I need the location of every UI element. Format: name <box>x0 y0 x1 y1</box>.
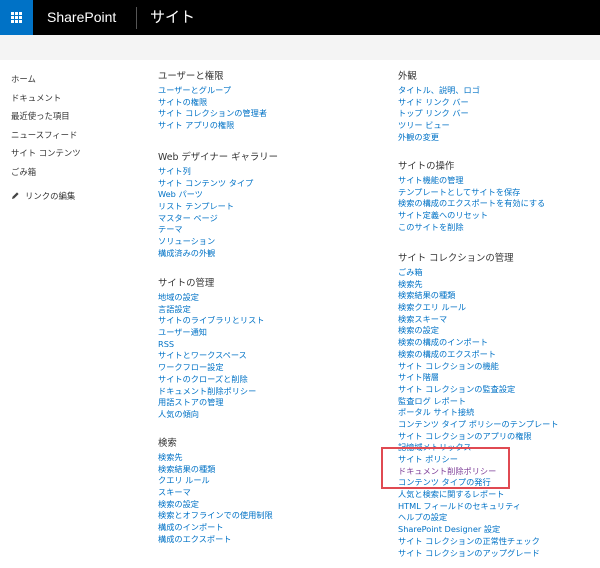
link-search-offline[interactable]: 検索とオフラインでの使用制限 <box>158 510 273 522</box>
link-site-permissions[interactable]: サイトの権限 <box>158 97 267 109</box>
link-search-schema[interactable]: 検索スキーマ <box>398 314 559 326</box>
link-workflow-settings[interactable]: ワークフロー設定 <box>158 362 264 374</box>
link-sharepoint-designer-settings[interactable]: SharePoint Designer 設定 <box>398 524 559 536</box>
section-title: 検索 <box>158 438 177 449</box>
section-title: サイトの管理 <box>158 278 215 289</box>
link-regional-settings[interactable]: 地域の設定 <box>158 292 264 304</box>
app-launcher-button[interactable] <box>0 0 33 35</box>
section-site-collection-admin: サイト コレクションの管理 ごみ箱 検索先 検索結果の種類 検索クエリ ルール … <box>398 252 559 559</box>
link-audit-settings[interactable]: サイト コレクションの監査設定 <box>398 384 559 396</box>
link-language-settings[interactable]: 言語設定 <box>158 304 264 316</box>
ql-recycle-bin[interactable]: ごみ箱 <box>11 163 121 182</box>
link-config-import[interactable]: 構成のインポート <box>158 522 273 534</box>
link-popularity-search-reports[interactable]: 人気と検索に関するレポート <box>398 489 559 501</box>
section-site-actions: サイトの操作 サイト機能の管理 テンプレートとしてサイトを保存 検索の構成のエク… <box>398 160 545 233</box>
link-site-app-permissions[interactable]: サイト アプリの権限 <box>158 120 267 132</box>
link-term-store[interactable]: 用語ストアの管理 <box>158 397 264 409</box>
link-rss[interactable]: RSS <box>158 339 264 351</box>
section-search: 検索 検索先 検索結果の種類 クエリ ルール スキーマ 検索の設定 検索とオフラ… <box>158 437 273 546</box>
quick-launch: ホーム ドキュメント 最近使った項目 ニュースフィード サイト コンテンツ ごみ… <box>11 70 121 202</box>
link-site-collection-features[interactable]: サイト コレクションの機能 <box>398 361 559 373</box>
link-site-closure-deletion[interactable]: サイトのクローズと削除 <box>158 374 264 386</box>
ql-recent[interactable]: 最近使った項目 <box>11 107 121 126</box>
brand-link[interactable]: SharePoint <box>47 0 116 35</box>
header-divider <box>136 7 137 29</box>
link-search-query-rules[interactable]: 検索クエリ ルール <box>398 302 559 314</box>
suite-bar: SharePoint サイト <box>0 0 600 35</box>
ql-documents[interactable]: ドキュメント <box>11 89 121 108</box>
link-site-collection-admins[interactable]: サイト コレクションの管理者 <box>158 108 267 120</box>
section-users-permissions: ユーザーと権限 ユーザーとグループ サイトの権限 サイト コレクションの管理者 … <box>158 70 267 132</box>
link-html-field-security[interactable]: HTML フィールドのセキュリティ <box>398 501 559 513</box>
link-search-config-export[interactable]: 検索の構成のエクスポート <box>398 349 559 361</box>
section-title: サイトの操作 <box>398 161 455 172</box>
link-composed-looks[interactable]: 構成済みの外観 <box>158 248 278 260</box>
section-site-administration: サイトの管理 地域の設定 言語設定 サイトのライブラリとリスト ユーザー通知 R… <box>158 277 264 421</box>
edit-links-label: リンクの編集 <box>25 190 76 201</box>
section-title: 外観 <box>398 71 417 82</box>
waffle-grid-icon <box>11 12 22 23</box>
link-config-export[interactable]: 構成のエクスポート <box>158 534 273 546</box>
link-delete-site[interactable]: このサイトを削除 <box>398 222 545 234</box>
section-web-designer-galleries: Web デザイナー ギャラリー サイト列 サイト コンテンツ タイプ Web パ… <box>158 151 278 260</box>
link-health-checks[interactable]: サイト コレクションの正常性チェック <box>398 536 559 548</box>
ql-newsfeed[interactable]: ニュースフィード <box>11 126 121 145</box>
link-manage-features[interactable]: サイト機能の管理 <box>398 175 545 187</box>
link-document-deletion-policies[interactable]: ドキュメント削除ポリシー <box>158 386 264 398</box>
link-tree-view[interactable]: ツリー ビュー <box>398 120 480 132</box>
link-query-rules[interactable]: クエリ ルール <box>158 475 273 487</box>
link-schema[interactable]: スキーマ <box>158 487 273 499</box>
link-top-link-bar[interactable]: トップ リンク バー <box>398 108 480 120</box>
link-web-parts[interactable]: Web パーツ <box>158 189 278 201</box>
link-enable-search-export[interactable]: 検索の構成のエクスポートを有効にする <box>398 198 545 210</box>
link-result-types[interactable]: 検索結果の種類 <box>398 290 559 302</box>
link-sites-workspaces[interactable]: サイトとワークスペース <box>158 350 264 362</box>
link-recycle-bin[interactable]: ごみ箱 <box>398 267 559 279</box>
link-result-sources[interactable]: 検索先 <box>158 452 273 464</box>
link-change-look[interactable]: 外観の変更 <box>398 132 480 144</box>
section-title: サイト コレクションの管理 <box>398 253 514 264</box>
link-site-content-types[interactable]: サイト コンテンツ タイプ <box>158 178 278 190</box>
app-title[interactable]: サイト <box>150 0 195 35</box>
link-search-config-import[interactable]: 検索の構成のインポート <box>398 337 559 349</box>
link-quick-launch[interactable]: サイド リンク バー <box>398 97 480 109</box>
link-reset-site-definition[interactable]: サイト定義へのリセット <box>398 210 545 222</box>
link-popularity-trends[interactable]: 人気の傾向 <box>158 409 264 421</box>
link-save-as-template[interactable]: テンプレートとしてサイトを保存 <box>398 187 545 199</box>
link-help-settings[interactable]: ヘルプの設定 <box>398 512 559 524</box>
link-site-collection-upgrade[interactable]: サイト コレクションのアップグレード <box>398 548 559 560</box>
link-result-sources[interactable]: 検索先 <box>398 279 559 291</box>
link-portal-site-connection[interactable]: ポータル サイト接続 <box>398 407 559 419</box>
link-audit-log-reports[interactable]: 監査ログ レポート <box>398 396 559 408</box>
link-site-columns[interactable]: サイト列 <box>158 166 278 178</box>
link-search-settings[interactable]: 検索の設定 <box>398 325 559 337</box>
link-result-types[interactable]: 検索結果の種類 <box>158 464 273 476</box>
link-list-templates[interactable]: リスト テンプレート <box>158 201 278 213</box>
link-users-groups[interactable]: ユーザーとグループ <box>158 85 267 97</box>
link-site-hierarchy[interactable]: サイト階層 <box>398 372 559 384</box>
section-title: Web デザイナー ギャラリー <box>158 152 278 163</box>
link-solutions[interactable]: ソリューション <box>158 236 278 248</box>
link-themes[interactable]: テーマ <box>158 224 278 236</box>
ribbon-bar <box>0 35 600 60</box>
link-content-type-policy-templates[interactable]: コンテンツ タイプ ポリシーのテンプレート <box>398 419 559 431</box>
section-look-and-feel: 外観 タイトル、説明、ロゴ サイド リンク バー トップ リンク バー ツリー … <box>398 70 480 143</box>
link-master-pages[interactable]: マスター ページ <box>158 213 278 225</box>
link-libraries-lists[interactable]: サイトのライブラリとリスト <box>158 315 264 327</box>
link-search-settings[interactable]: 検索の設定 <box>158 499 273 511</box>
link-title-description-logo[interactable]: タイトル、説明、ロゴ <box>398 85 480 97</box>
highlight-annotation-box <box>381 447 510 489</box>
edit-links-button[interactable]: リンクの編集 <box>11 190 121 202</box>
pencil-icon <box>12 192 19 200</box>
section-title: ユーザーと権限 <box>158 71 224 82</box>
link-user-alerts[interactable]: ユーザー通知 <box>158 327 264 339</box>
link-collection-app-permissions[interactable]: サイト コレクションのアプリの権限 <box>398 431 559 443</box>
ql-home[interactable]: ホーム <box>11 70 121 89</box>
ql-site-contents[interactable]: サイト コンテンツ <box>11 144 121 163</box>
